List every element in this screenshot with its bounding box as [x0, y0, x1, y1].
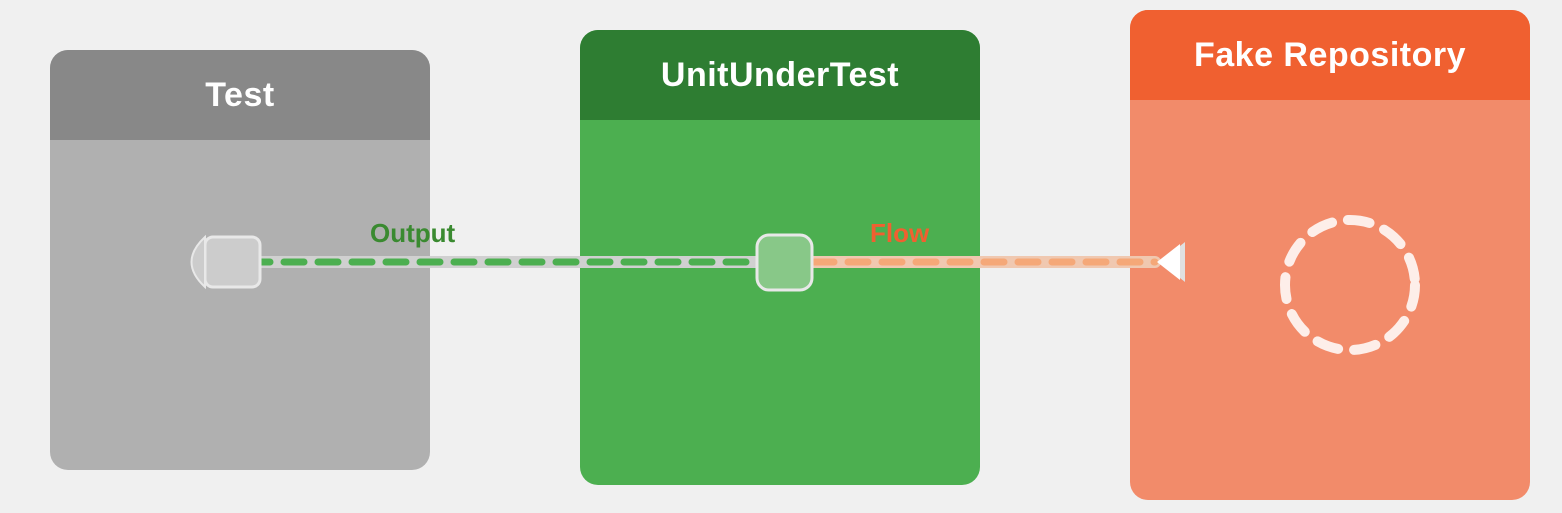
unit-block: UnitUnderTest [580, 30, 980, 485]
fake-block: Fake Repository [1130, 10, 1530, 500]
flow-label: Flow [870, 218, 929, 249]
unit-block-header: UnitUnderTest [580, 30, 980, 120]
test-block-header: Test [50, 50, 430, 140]
output-label: Output [370, 218, 455, 249]
test-block: Test [50, 50, 430, 470]
diagram-container: Test UnitUnderTest Fake Repository [0, 0, 1562, 513]
unit-block-title: UnitUnderTest [661, 56, 899, 95]
fake-block-header: Fake Repository [1130, 10, 1530, 100]
test-block-title: Test [205, 76, 274, 115]
fake-block-title: Fake Repository [1194, 36, 1466, 75]
